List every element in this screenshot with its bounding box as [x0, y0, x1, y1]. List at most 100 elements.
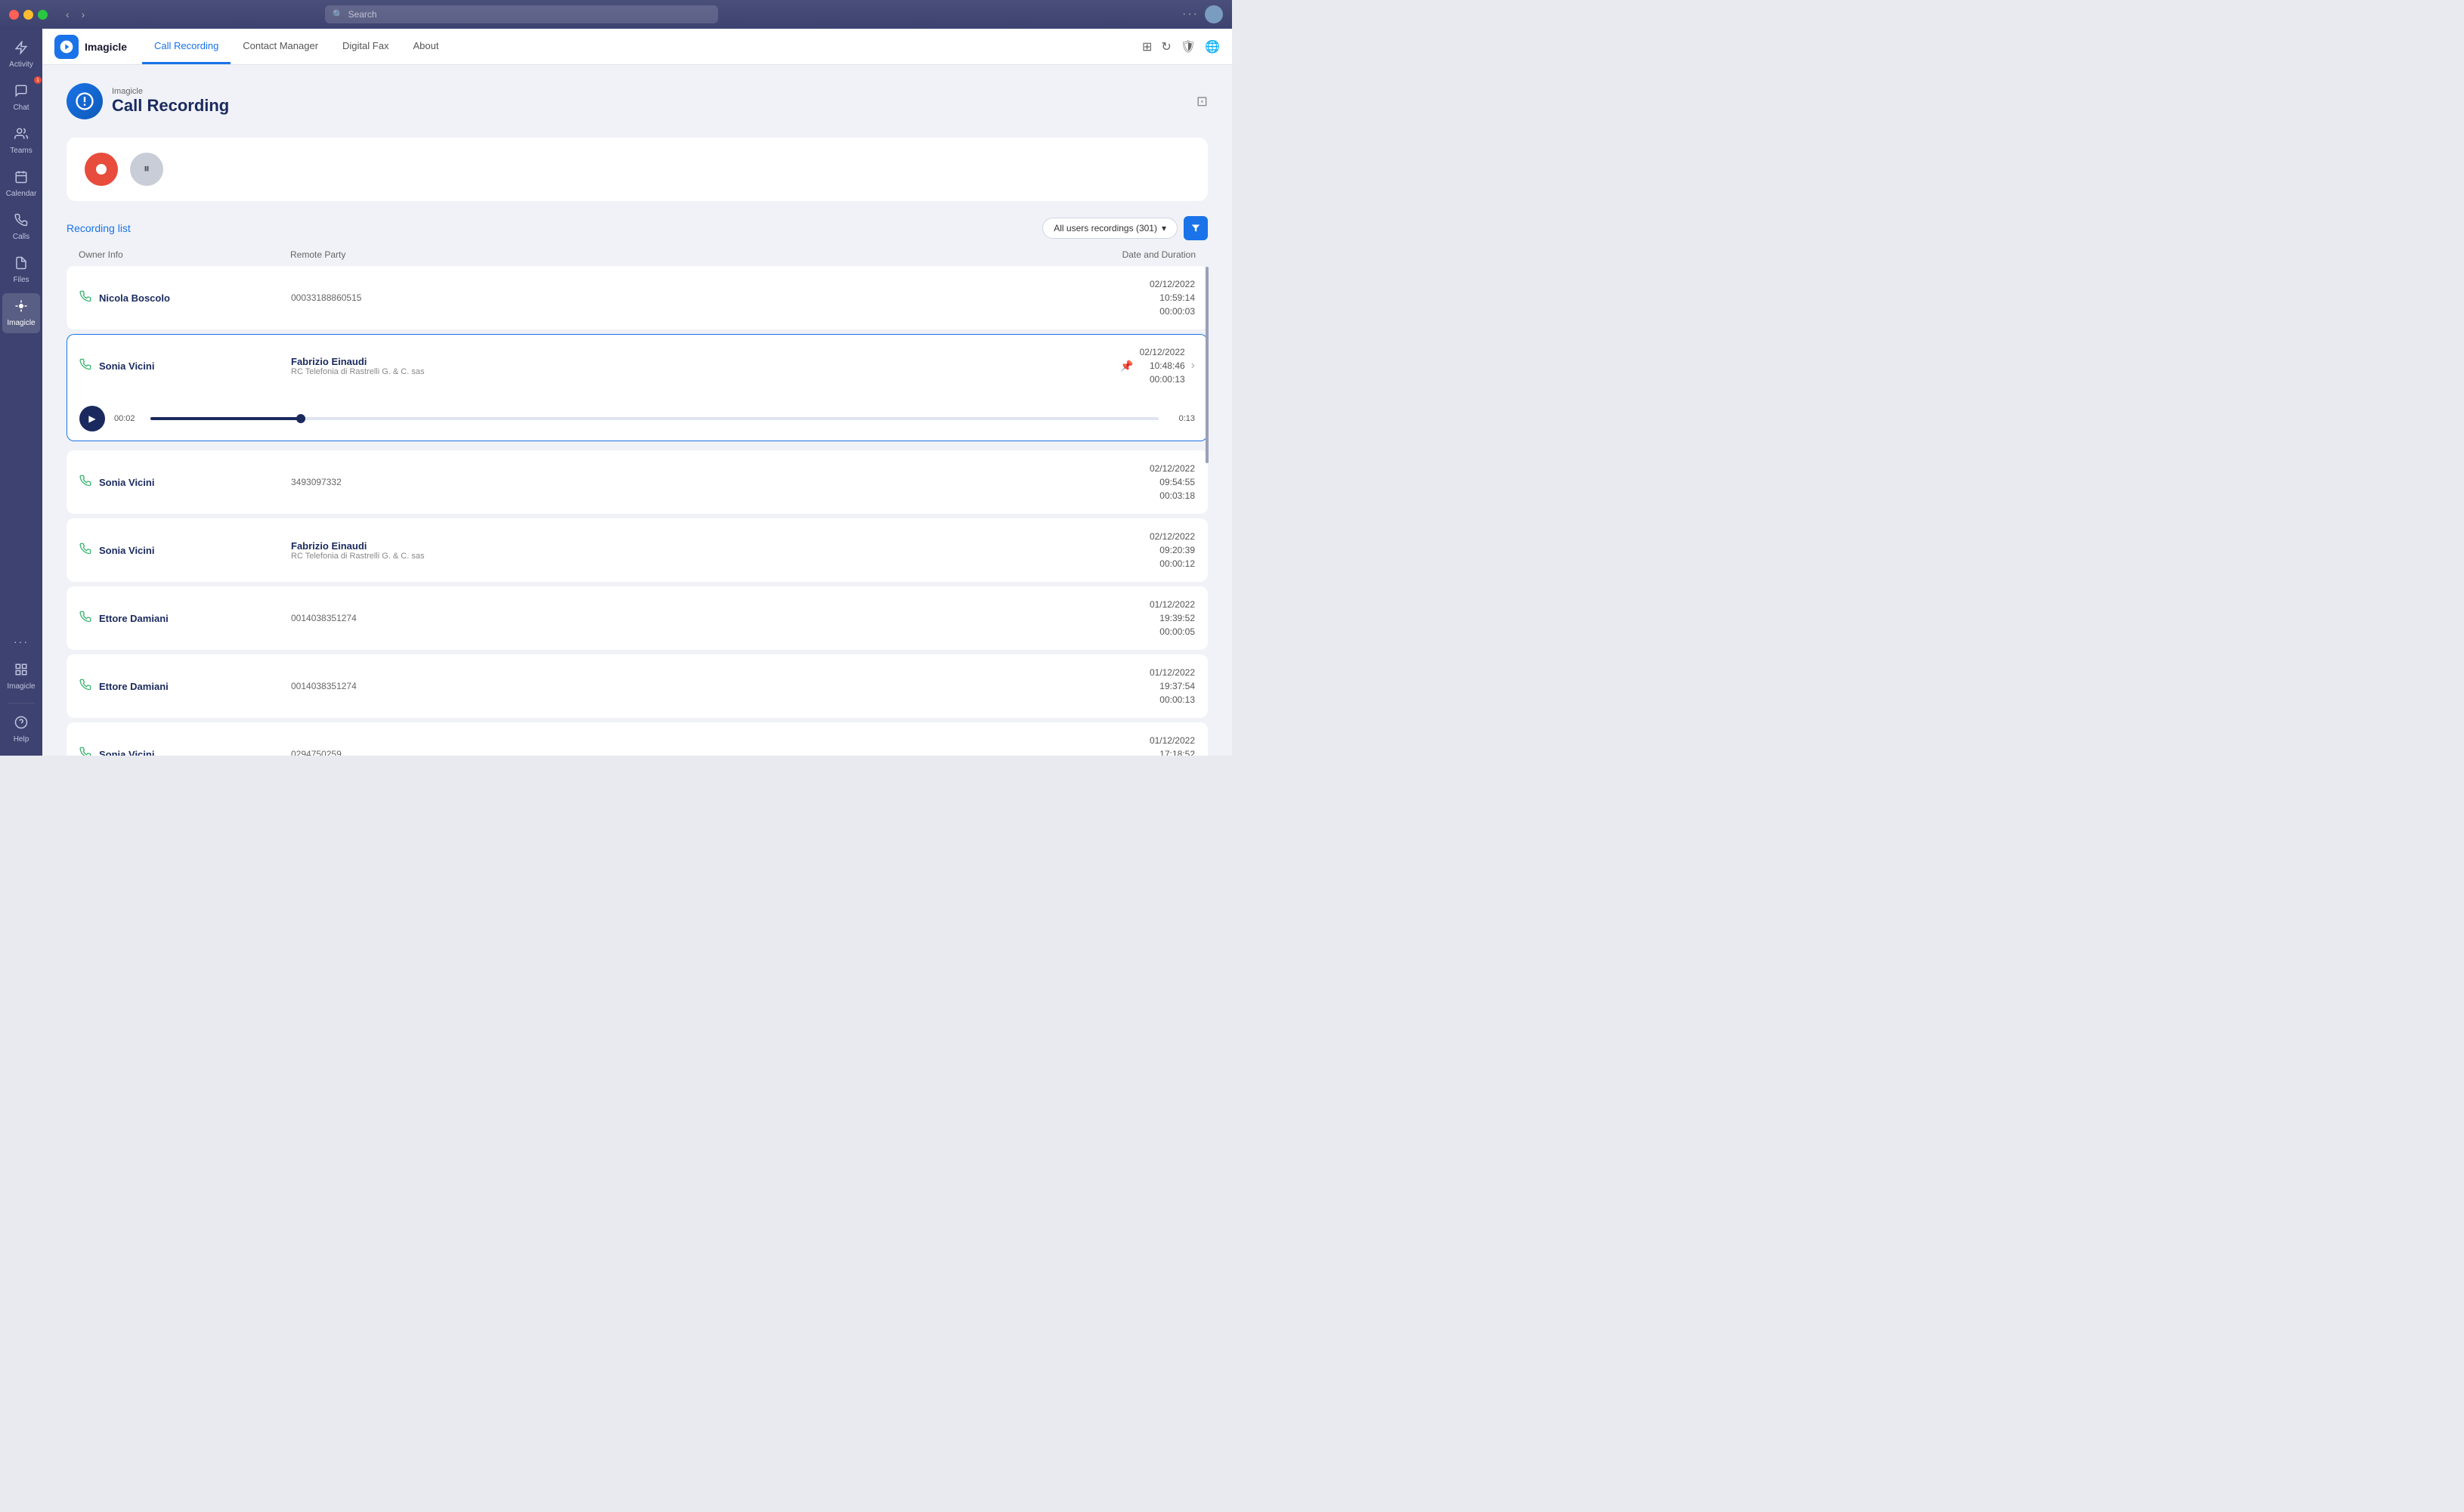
sidebar-item-help[interactable]: Help: [2, 710, 40, 750]
avatar[interactable]: [1205, 5, 1223, 23]
recording-row[interactable]: Ettore Damiani 0014038351274 01/12/2022 …: [67, 654, 1208, 718]
tab-about[interactable]: About: [401, 29, 450, 64]
time: 17:18:52: [1029, 747, 1195, 756]
owner-info: Sonia Vicini: [79, 543, 291, 558]
owner-info: Nicola Boscolo: [79, 290, 291, 306]
date: 02/12/2022: [1029, 277, 1195, 291]
progress-bar[interactable]: [150, 417, 1159, 420]
app-logo-name: Imagicle: [85, 41, 127, 53]
forward-button[interactable]: ›: [77, 7, 90, 22]
expanded-recording-group: Sonia Vicini Fabrizio Einaudi RC Telefon…: [67, 334, 1208, 441]
traffic-lights: [9, 10, 48, 20]
recording-list-controls: All users recordings (301) ▾: [1042, 216, 1208, 240]
pause-button[interactable]: ⏸: [130, 153, 163, 186]
owner-name: Sonia Vicini: [99, 545, 154, 556]
call-incoming-icon: [79, 475, 91, 490]
close-button[interactable]: [9, 10, 19, 20]
call-incoming-icon: [79, 290, 91, 306]
owner-info: Sonia Vicini: [79, 475, 291, 490]
page-subtitle: Imagicle: [112, 87, 229, 96]
recording-row[interactable]: Sonia Vicini 3493097332 02/12/2022 09:54…: [67, 450, 1208, 514]
sidebar-item-label: Calendar: [6, 190, 37, 198]
date-duration: 01/12/2022 17:18:52 00:00:26: [1029, 734, 1195, 756]
more-icon: ···: [14, 635, 29, 648]
date: 02/12/2022: [1140, 345, 1185, 359]
table-headers: Owner Info Remote Party Date and Duratio…: [67, 249, 1208, 266]
recording-row[interactable]: Sonia Vicini Fabrizio Einaudi RC Telefon…: [67, 334, 1208, 397]
sidebar-item-apps[interactable]: Imagicle: [2, 657, 40, 697]
filter-dropdown[interactable]: All users recordings (301) ▾: [1042, 218, 1178, 239]
sidebar-item-label: Imagicle: [7, 682, 35, 691]
sidebar-item-more[interactable]: ···: [2, 629, 40, 654]
minimize-button[interactable]: [23, 10, 33, 20]
duration: 00:00:13: [1029, 693, 1195, 707]
page-header: Imagicle Call Recording ⊡: [67, 83, 1208, 119]
tab-call-recording[interactable]: Call Recording: [142, 29, 231, 64]
sidebar-item-imagicle[interactable]: Imagicle: [2, 293, 40, 333]
expand-button[interactable]: ⊡: [1196, 94, 1208, 110]
remote-party: 0294750259: [291, 749, 1029, 756]
search-icon: 🔍: [333, 9, 344, 20]
sidebar-item-label: Help: [14, 735, 29, 744]
record-button[interactable]: [85, 153, 118, 186]
sidebar-item-calls[interactable]: Calls: [2, 207, 40, 247]
tab-digital-fax[interactable]: Digital Fax: [330, 29, 401, 64]
sidebar: Activity 1 Chat Teams Calendar Cal: [0, 29, 42, 756]
help-icon: [14, 716, 28, 733]
apps-icon: [14, 663, 28, 680]
time: 19:37:54: [1029, 679, 1195, 693]
date: 01/12/2022: [1029, 666, 1195, 679]
shield-button[interactable]: 🛡: [1181, 39, 1196, 54]
sidebar-item-files[interactable]: Files: [2, 250, 40, 290]
recording-row[interactable]: Nicola Boscolo 00033188860515 02/12/2022…: [67, 266, 1208, 329]
sidebar-item-calendar[interactable]: Calendar: [2, 164, 40, 204]
filter-dropdown-label: All users recordings (301): [1054, 223, 1157, 233]
recording-row[interactable]: Sonia Vicini Fabrizio Einaudi RC Telefon…: [67, 518, 1208, 582]
sidebar-item-label: Activity: [9, 60, 33, 69]
grid-view-button[interactable]: ⊞: [1142, 39, 1152, 54]
play-button[interactable]: ▶: [79, 406, 105, 431]
recording-list-header: Recording list All users recordings (301…: [67, 216, 1208, 240]
recording-row[interactable]: Ettore Damiani 0014038351274 01/12/2022 …: [67, 586, 1208, 650]
time: 09:20:39: [1029, 543, 1195, 557]
sidebar-item-chat[interactable]: 1 Chat: [2, 78, 40, 118]
sidebar-item-label: Files: [13, 276, 29, 284]
time: 19:39:52: [1029, 611, 1195, 625]
sidebar-item-teams[interactable]: Teams: [2, 121, 40, 161]
sidebar-item-label: Calls: [13, 233, 29, 241]
maximize-button[interactable]: [38, 10, 48, 20]
date: 01/12/2022: [1029, 734, 1195, 747]
owner-name: Sonia Vicini: [99, 477, 154, 488]
list-scrollbar[interactable]: [1205, 266, 1209, 756]
date-duration: 02/12/2022 09:54:55 00:03:18: [1029, 462, 1195, 502]
call-incoming-icon: [79, 543, 91, 558]
filter-button[interactable]: [1184, 216, 1208, 240]
search-input[interactable]: [348, 9, 710, 20]
duration: 00:00:12: [1029, 557, 1195, 570]
globe-button[interactable]: 🌐: [1205, 39, 1220, 54]
owner-info: Ettore Damiani: [79, 679, 291, 694]
remote-party: Fabrizio Einaudi RC Telefonia di Rastrel…: [291, 540, 1029, 561]
remote-name: Fabrizio Einaudi: [291, 356, 1029, 367]
duration: 00:03:18: [1029, 489, 1195, 502]
refresh-button[interactable]: ↻: [1161, 39, 1171, 54]
owner-name: Sonia Vicini: [99, 360, 154, 372]
tab-contact-manager[interactable]: Contact Manager: [231, 29, 330, 64]
sidebar-item-activity[interactable]: Activity: [2, 35, 40, 75]
more-options-icon[interactable]: ···: [1182, 8, 1199, 21]
remote-number: 0294750259: [291, 749, 1029, 756]
recording-controls: ⏸: [67, 138, 1208, 201]
current-time: 00:02: [114, 414, 141, 423]
call-incoming-icon: [79, 358, 91, 374]
pin-icon[interactable]: 📌: [1120, 358, 1133, 374]
back-button[interactable]: ‹: [61, 7, 74, 22]
recording-row[interactable]: Sonia Vicini 0294750259 01/12/2022 17:18…: [67, 722, 1208, 756]
record-icon: [96, 164, 107, 175]
search-bar[interactable]: 🔍: [325, 5, 718, 23]
call-outgoing-icon: [79, 679, 91, 694]
calendar-icon: [14, 170, 28, 187]
chevron-right-icon[interactable]: ›: [1191, 357, 1195, 375]
remote-number: 0014038351274: [291, 613, 1029, 623]
remote-party: 00033188860515: [291, 292, 1029, 303]
activity-icon: [14, 41, 28, 58]
